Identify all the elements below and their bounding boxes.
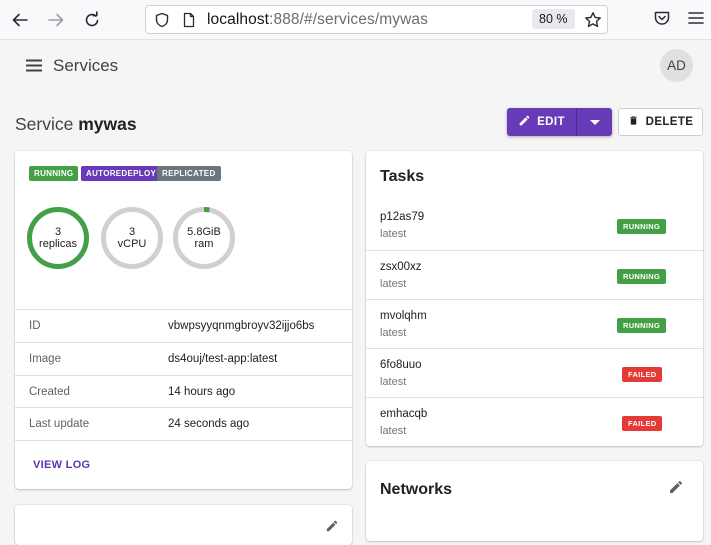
detail-value: vbwpsyyqnmgbroyv32ijjo6bs	[168, 320, 315, 332]
detail-row-last-update: Last update 24 seconds ago	[15, 407, 352, 440]
edit-button[interactable]: EDIT	[507, 108, 576, 136]
task-name: p12as79	[380, 211, 425, 223]
page-icon[interactable]	[181, 12, 197, 33]
task-row[interactable]: zsx00xz latest RUNNING	[366, 250, 703, 300]
edit-dropdown-button[interactable]	[577, 108, 612, 136]
edit-button-group: EDIT	[507, 108, 612, 136]
pencil-icon[interactable]	[325, 519, 339, 538]
task-image-tag: latest	[380, 327, 407, 339]
page-title-prefix: Service	[15, 114, 74, 134]
gauge-value: 5.8GiB	[187, 226, 221, 238]
task-name: mvolqhm	[380, 310, 427, 322]
status-badge-running: RUNNING	[29, 166, 79, 181]
delete-button-label: DELETE	[645, 116, 694, 128]
tasks-title: Tasks	[380, 168, 425, 185]
detail-row-id: ID vbwpsyyqnmgbroyv32ijjo6bs	[15, 309, 352, 342]
task-image-tag: latest	[380, 278, 407, 290]
secondary-card	[15, 505, 352, 545]
detail-key: ID	[29, 320, 41, 332]
detail-value: 14 hours ago	[168, 386, 236, 398]
edit-button-label: EDIT	[537, 116, 565, 128]
url-host: localhost	[207, 11, 270, 28]
forward-icon[interactable]	[44, 8, 68, 32]
gauge-value: 3	[128, 226, 136, 238]
detail-row-image: Image ds4ouj/test-app:latest	[15, 342, 352, 375]
service-overview-card: RUNNING AUTOREDEPLOY REPLICATED 3 replic…	[15, 151, 352, 489]
reload-icon[interactable]	[80, 8, 104, 32]
app-bar: Services AD	[0, 40, 711, 92]
task-name: 6fo8uuo	[380, 359, 422, 371]
app-bar-title: Services	[53, 56, 119, 75]
task-image-tag: latest	[380, 228, 407, 240]
task-row[interactable]: mvolqhm latest RUNNING	[366, 299, 703, 349]
networks-card: Networks	[366, 461, 703, 541]
view-log-button[interactable]: VIEW LOG	[33, 459, 90, 471]
task-status-badge: RUNNING	[617, 269, 667, 284]
status-badge-autoredeploy: AUTOREDEPLOY	[81, 166, 162, 181]
detail-key: Last update	[29, 418, 90, 430]
task-row[interactable]: emhacqb latest FAILED	[366, 397, 703, 447]
task-row[interactable]: p12as79 latest RUNNING	[366, 201, 703, 250]
trash-icon	[628, 114, 639, 130]
app-menu-icon[interactable]	[688, 9, 704, 32]
back-icon[interactable]	[8, 8, 32, 32]
shield-icon[interactable]	[154, 12, 170, 33]
gauge-value: 3	[54, 226, 62, 238]
pencil-icon	[518, 114, 531, 130]
detail-value: 24 seconds ago	[168, 418, 250, 430]
task-status-badge: FAILED	[622, 416, 663, 431]
delete-button[interactable]: DELETE	[618, 108, 703, 136]
detail-key: Created	[29, 386, 70, 398]
task-image-tag: latest	[380, 425, 407, 437]
address-bar[interactable]: localhost:888/#/services/mywas 80 %	[145, 5, 608, 34]
detail-row-created: Created 14 hours ago	[15, 375, 352, 408]
replicas-gauge: 3 replicas	[25, 205, 91, 271]
status-badge-replicated: REPLICATED	[157, 166, 221, 181]
browser-toolbar: localhost:888/#/services/mywas 80 %	[0, 0, 711, 40]
task-status-badge: FAILED	[622, 367, 663, 382]
networks-title: Networks	[380, 481, 453, 498]
task-row[interactable]: 6fo8uuo latest FAILED	[366, 348, 703, 398]
zoom-level[interactable]: 80 %	[532, 9, 575, 29]
tasks-card: Tasks p12as79 latest RUNNING zsx00xz lat…	[366, 151, 703, 446]
task-status-badge: RUNNING	[617, 318, 667, 333]
caret-down-icon	[589, 113, 600, 131]
gauge-label: ram	[194, 238, 214, 250]
hamburger-menu-icon[interactable]	[26, 59, 42, 77]
gauge-label: vCPU	[117, 238, 147, 250]
task-status-badge: RUNNING	[617, 219, 667, 234]
task-image-tag: latest	[380, 376, 407, 388]
detail-key: Image	[29, 353, 61, 365]
avatar[interactable]: AD	[660, 49, 693, 82]
bookmark-star-icon[interactable]	[584, 11, 602, 34]
page-title: Service mywas	[15, 114, 137, 135]
service-name: mywas	[78, 114, 137, 134]
detail-value: ds4ouj/test-app:latest	[168, 353, 278, 365]
url-text[interactable]: localhost:888/#/services/mywas	[207, 11, 428, 29]
task-name: zsx00xz	[380, 261, 422, 273]
gauge-label: replicas	[39, 238, 77, 250]
card-divider	[15, 440, 352, 442]
ram-gauge: 5.8GiB ram	[171, 205, 237, 271]
url-path: :888/#/services/mywas	[269, 11, 428, 28]
task-name: emhacqb	[380, 408, 428, 420]
pencil-icon[interactable]	[668, 479, 684, 500]
pocket-icon[interactable]	[653, 9, 671, 32]
vcpu-gauge: 3 vCPU	[99, 205, 165, 271]
